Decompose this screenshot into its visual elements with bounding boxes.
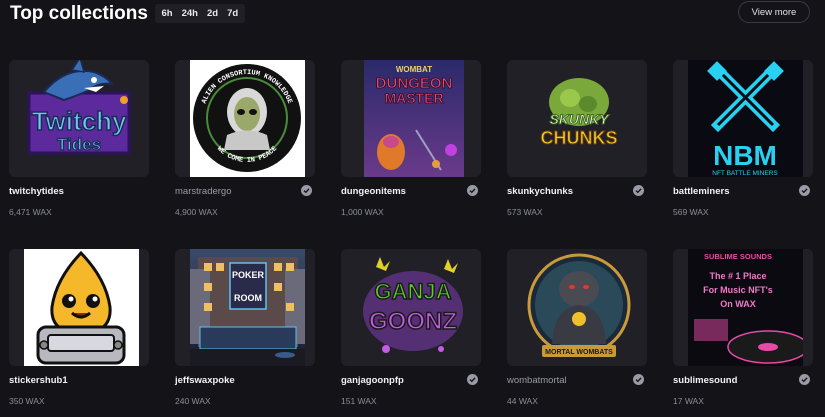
collection-volume: 44 WAX xyxy=(507,396,538,406)
verified-check-icon xyxy=(799,185,810,196)
collection-card-wombatmortal[interactable]: MORTAL WOMBATS wombatmortal 44 WAX xyxy=(507,249,647,409)
twitchy-tides-shark-logo: Twitchy Tides xyxy=(24,60,139,177)
verified-check-icon xyxy=(799,374,810,385)
collection-volume: 17 WAX xyxy=(673,396,704,406)
ganja-goonz-graffiti-logo: GANJA GOONZ xyxy=(356,249,471,366)
art-text-nbm: NBM xyxy=(713,140,777,171)
tab-24h[interactable]: 24h xyxy=(177,4,202,23)
collection-thumbnail: SUBLIME SOUNDS The # 1 Place For Music N… xyxy=(673,249,813,366)
art-text-line3: On WAX xyxy=(720,299,756,309)
verified-check-icon xyxy=(467,185,478,196)
mortal-wombats-emblem: MORTAL WOMBATS xyxy=(522,249,637,366)
collection-thumbnail xyxy=(9,249,149,366)
time-range-tabs: 6h 24h 2d 7d xyxy=(155,4,245,23)
collection-thumbnail: ALIEN CONSORTIUM KNOWLEDGE WE COME IN PE… xyxy=(175,60,315,177)
nbm-battle-miners-logo: NBM NFT BATTLE MINERS xyxy=(688,60,803,177)
poker-room-building: POKER ROOM xyxy=(190,249,305,366)
collection-name: sublimesound xyxy=(673,375,738,386)
collection-card-dungeonitems[interactable]: WOMBAT DUNGEON MASTER dungeonitems 1,000… xyxy=(341,60,481,220)
collection-volume: 350 WAX xyxy=(9,396,45,406)
verified-check-icon xyxy=(633,185,644,196)
collection-volume: 151 WAX xyxy=(341,396,377,406)
tab-2d[interactable]: 2d xyxy=(202,4,222,23)
collection-name: ganjagoonpfp xyxy=(341,375,404,386)
art-text-mortal-wombats: MORTAL WOMBATS xyxy=(545,349,613,356)
collection-volume: 4,900 WAX xyxy=(175,207,218,217)
art-text-line1: The # 1 Place xyxy=(709,271,766,281)
verified-check-icon xyxy=(633,374,644,385)
alien-consortium-knowledge-badge: ALIEN CONSORTIUM KNOWLEDGE WE COME IN PE… xyxy=(190,60,305,177)
view-more-button[interactable]: View more xyxy=(738,1,810,23)
collection-card-battleminers[interactable]: NBM NFT BATTLE MINERS battleminers 569 W… xyxy=(673,60,813,220)
verified-check-icon xyxy=(301,185,312,196)
collection-card-sublimesound[interactable]: SUBLIME SOUNDS The # 1 Place For Music N… xyxy=(673,249,813,409)
svg-text:Tides: Tides xyxy=(57,135,101,154)
art-text-chunks: CHUNKS xyxy=(540,128,617,148)
wombat-dungeon-master-art: WOMBAT DUNGEON MASTER xyxy=(364,60,464,177)
art-text-master: MASTER xyxy=(384,90,443,106)
collection-volume: 569 WAX xyxy=(673,207,709,217)
collection-volume: 1,000 WAX xyxy=(341,207,384,217)
art-text-ganja: GANJA xyxy=(374,279,451,304)
sticker-robot-drop-mascot xyxy=(24,249,139,366)
collection-name: twitchytides xyxy=(9,186,64,197)
collection-name: stickershub1 xyxy=(9,375,68,386)
art-text-room: ROOM xyxy=(234,293,262,303)
collection-card-ganjagoonpfp[interactable]: GANJA GOONZ ganjagoonpfp 151 WAX xyxy=(341,249,481,409)
collection-name: skunkychunks xyxy=(507,186,573,197)
svg-text:Twitchy: Twitchy xyxy=(32,106,127,136)
art-text-goonz: GOONZ xyxy=(369,308,457,335)
collection-volume: 573 WAX xyxy=(507,207,543,217)
skunky-chunks-logo: SKUNKY CHUNKS xyxy=(522,60,637,177)
collection-card-jeffswaxpoke[interactable]: POKER ROOM jeffswaxpoke 240 WAX xyxy=(175,249,315,409)
collection-thumbnail: Twitchy Tides xyxy=(9,60,149,177)
collection-name: battleminers xyxy=(673,186,730,197)
art-text-battle-miners: NFT BATTLE MINERS xyxy=(712,170,778,177)
art-text-wombat: WOMBAT xyxy=(396,65,432,74)
section-title: Top collections xyxy=(10,3,148,24)
collection-name: dungeonitems xyxy=(341,186,406,197)
collection-name: wombatmortal xyxy=(507,375,567,386)
collection-name: jeffswaxpoke xyxy=(175,375,235,386)
collection-name: marstradergo xyxy=(175,186,232,197)
collection-thumbnail: WOMBAT DUNGEON MASTER xyxy=(341,60,481,177)
collection-card-skunkychunks[interactable]: SKUNKY CHUNKS skunkychunks 573 WAX xyxy=(507,60,647,220)
collection-thumbnail: MORTAL WOMBATS xyxy=(507,249,647,366)
art-text-sublime-sounds: SUBLIME SOUNDS xyxy=(704,252,772,261)
collection-card-marstradergo[interactable]: ALIEN CONSORTIUM KNOWLEDGE WE COME IN PE… xyxy=(175,60,315,220)
collection-card-stickershub1[interactable]: stickershub1 350 WAX xyxy=(9,249,149,409)
art-text-skunky: SKUNKY xyxy=(549,111,610,127)
collection-thumbnail: NBM NFT BATTLE MINERS xyxy=(673,60,813,177)
collection-volume: 240 WAX xyxy=(175,396,211,406)
collection-thumbnail: SKUNKY CHUNKS xyxy=(507,60,647,177)
collection-card-twitchytides[interactable]: Twitchy Tides twitchytides 6,471 WAX xyxy=(9,60,149,220)
collection-volume: 6,471 WAX xyxy=(9,207,52,217)
collection-thumbnail: POKER ROOM xyxy=(175,249,315,366)
tab-6h[interactable]: 6h xyxy=(157,4,177,23)
art-text-line2: For Music NFT's xyxy=(703,285,773,295)
sublime-sounds-vinyl: SUBLIME SOUNDS The # 1 Place For Music N… xyxy=(688,249,803,366)
collection-thumbnail: GANJA GOONZ xyxy=(341,249,481,366)
verified-check-icon xyxy=(467,374,478,385)
tab-7d[interactable]: 7d xyxy=(223,4,243,23)
art-text-poker: POKER xyxy=(232,270,265,280)
